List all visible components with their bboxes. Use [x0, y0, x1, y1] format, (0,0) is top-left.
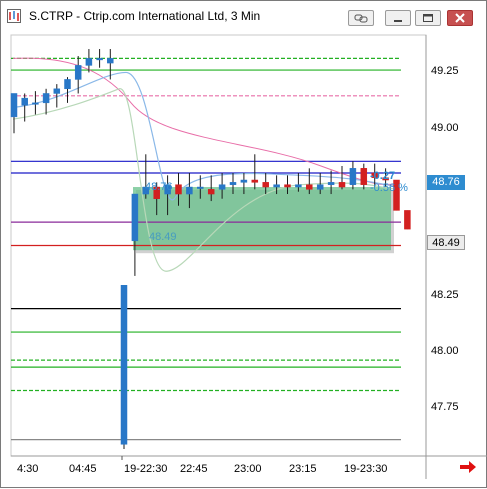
y-tick-label: 48.00 [431, 345, 459, 357]
candle-body [306, 184, 313, 190]
candle-body [21, 97, 28, 106]
candle-body [131, 193, 139, 242]
candle-body [251, 179, 259, 183]
candle-body [229, 182, 237, 185]
candle-body [186, 186, 193, 195]
x-tick-label: 19-23:30 [344, 463, 388, 475]
candle-body [338, 182, 346, 188]
crosshair-price-tag: 48.49 [427, 235, 465, 250]
candle-body [360, 168, 368, 185]
candle-body [240, 179, 248, 183]
y-tick-label: 49.25 [431, 65, 459, 77]
y-tick-label: 48.25 [431, 289, 459, 301]
candle-body [74, 65, 82, 80]
candle-body [316, 184, 324, 190]
measure-start-label: 48.76 [145, 181, 173, 193]
candle-body [175, 184, 182, 195]
candle-body [197, 186, 204, 189]
x-tick-label: 04:45 [69, 463, 97, 475]
current-price-tag: 48.76 [427, 175, 465, 190]
candle-body [262, 182, 269, 188]
candle-body [107, 58, 114, 64]
candle-body [284, 184, 291, 188]
candle-body [96, 58, 103, 61]
candle-body [404, 210, 411, 230]
candle-body [53, 88, 61, 94]
candle-body [10, 93, 18, 118]
x-tick-label: 19-22:30 [124, 463, 168, 475]
candle-body [273, 184, 280, 188]
x-tick-label: 22:45 [180, 463, 208, 475]
chart-window: S.CTRP - Ctrip.com International Ltd, 3 … [0, 0, 487, 488]
y-tick-label: 49.00 [431, 122, 459, 134]
candle-body [349, 168, 357, 185]
measure-change-pct-label: -0.56 % [370, 182, 408, 194]
y-tick-label: 47.75 [431, 401, 459, 413]
x-tick-label: 4:30 [17, 463, 39, 475]
price-chart[interactable] [1, 1, 487, 489]
x-tick-label: 23:15 [289, 463, 317, 475]
measure-change-label: -0.27 [370, 170, 396, 182]
moving-average-blue [12, 71, 400, 201]
candle-body [218, 184, 226, 190]
candle-body [327, 182, 335, 185]
candle-body [32, 102, 39, 105]
red-arrow-right-icon[interactable] [459, 459, 477, 475]
candle-body [120, 285, 128, 445]
candle-body [42, 93, 50, 104]
measure-end-label: 48.49 [149, 231, 177, 243]
candle-body [207, 189, 215, 195]
x-tick-label: 23:00 [234, 463, 262, 475]
candle-body [85, 58, 93, 66]
candle-body [64, 79, 71, 90]
moving-average-pink [12, 57, 400, 186]
candle-body [295, 184, 302, 188]
